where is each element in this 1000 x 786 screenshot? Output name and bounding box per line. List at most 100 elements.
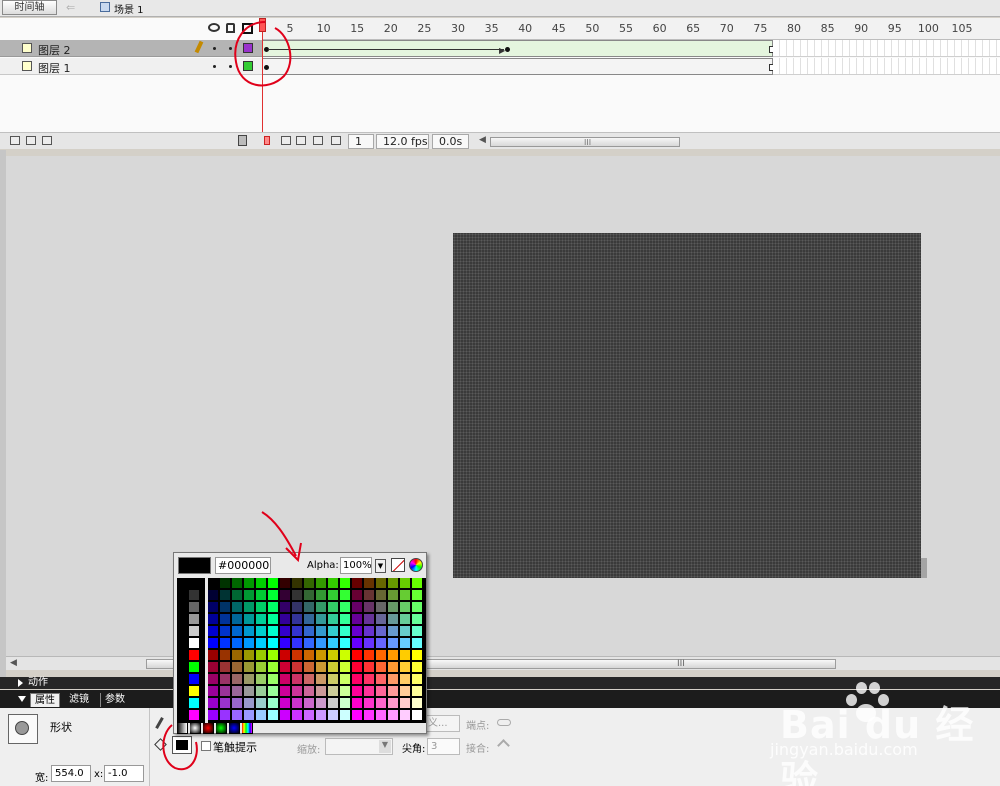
palette-swatch[interactable] [376, 674, 387, 685]
empty-frames[interactable] [773, 58, 1000, 75]
stage-horizontal-scrollbar[interactable]: ◀ III [6, 656, 1000, 670]
palette-swatch[interactable] [328, 698, 339, 709]
palette-swatch[interactable] [340, 638, 351, 649]
scroll-left-arrow-icon[interactable]: ◀ [479, 135, 486, 145]
palette-swatch[interactable] [340, 626, 351, 637]
palette-swatch[interactable] [280, 650, 291, 661]
palette-swatch[interactable] [177, 662, 188, 673]
palette-swatch[interactable] [208, 578, 219, 589]
palette-swatch[interactable] [304, 650, 315, 661]
back-arrow-icon[interactable]: ⇐ [66, 1, 80, 14]
color-picker-wheel-icon[interactable] [409, 558, 423, 572]
palette-swatch[interactable] [232, 638, 243, 649]
palette-swatch[interactable] [316, 578, 327, 589]
playhead-handle[interactable] [259, 18, 266, 32]
palette-swatch[interactable] [256, 626, 267, 637]
palette-swatch[interactable] [388, 626, 399, 637]
palette-swatch[interactable] [292, 614, 303, 625]
palette-swatch[interactable] [328, 710, 339, 721]
palette-swatch[interactable] [316, 626, 327, 637]
color-palette-popup[interactable]: #000000 Alpha: 100% ▼ [173, 552, 427, 734]
palette-swatch[interactable] [244, 662, 255, 673]
layer-outline-color-swatch[interactable] [243, 61, 253, 71]
palette-swatch[interactable] [292, 662, 303, 673]
palette-swatch[interactable] [388, 662, 399, 673]
palette-swatch[interactable] [364, 602, 375, 613]
palette-swatch[interactable] [328, 686, 339, 697]
palette-swatch[interactable] [376, 638, 387, 649]
keyframe[interactable] [505, 47, 510, 52]
palette-swatch[interactable] [280, 686, 291, 697]
palette-swatch[interactable] [376, 614, 387, 625]
static-span[interactable] [262, 58, 774, 75]
palette-swatch[interactable] [400, 626, 411, 637]
palette-swatch[interactable] [189, 590, 200, 601]
palette-swatch[interactable] [232, 698, 243, 709]
palette-swatch[interactable] [328, 578, 339, 589]
palette-swatch[interactable] [292, 698, 303, 709]
palette-swatch[interactable] [220, 602, 231, 613]
palette-swatch[interactable] [352, 662, 363, 673]
palette-swatch[interactable] [400, 674, 411, 685]
palette-swatch[interactable] [304, 626, 315, 637]
palette-swatch[interactable] [364, 638, 375, 649]
palette-swatch[interactable] [268, 686, 279, 697]
palette-swatch[interactable] [364, 578, 375, 589]
palette-swatch[interactable] [412, 686, 423, 697]
lock-dot-icon[interactable] [229, 65, 232, 68]
palette-swatch[interactable] [189, 650, 200, 661]
palette-swatch[interactable] [232, 626, 243, 637]
palette-swatch[interactable] [388, 710, 399, 721]
palette-swatch[interactable] [400, 578, 411, 589]
modify-onion-markers-icon[interactable] [331, 136, 341, 145]
palette-swatch[interactable] [412, 590, 423, 601]
palette-swatch[interactable] [388, 650, 399, 661]
palette-swatch[interactable] [256, 674, 267, 685]
palette-swatch[interactable] [292, 710, 303, 721]
palette-swatch[interactable] [208, 614, 219, 625]
palette-swatch[interactable] [256, 686, 267, 697]
palette-swatch[interactable] [189, 626, 200, 637]
palette-swatch[interactable] [352, 614, 363, 625]
timeline-scrollbar[interactable]: III [490, 137, 680, 147]
palette-swatch[interactable] [208, 602, 219, 613]
palette-swatch[interactable] [220, 710, 231, 721]
palette-swatch[interactable] [232, 662, 243, 673]
palette-swatch[interactable] [220, 638, 231, 649]
palette-swatch[interactable] [208, 710, 219, 721]
palette-swatch[interactable] [220, 686, 231, 697]
palette-swatch[interactable] [304, 638, 315, 649]
palette-swatch[interactable] [364, 674, 375, 685]
onion-outline-icon[interactable] [296, 136, 306, 145]
palette-swatch[interactable] [232, 602, 243, 613]
palette-swatch[interactable] [412, 698, 423, 709]
palette-swatch[interactable] [340, 602, 351, 613]
palette-swatch[interactable] [232, 614, 243, 625]
palette-swatch[interactable] [316, 674, 327, 685]
palette-swatch[interactable] [208, 638, 219, 649]
palette-swatch[interactable] [388, 686, 399, 697]
palette-swatch[interactable] [177, 626, 188, 637]
palette-swatch[interactable] [268, 650, 279, 661]
palette-swatch[interactable] [232, 686, 243, 697]
palette-swatch[interactable] [376, 698, 387, 709]
palette-swatch[interactable] [412, 662, 423, 673]
palette-swatch[interactable] [364, 614, 375, 625]
palette-swatch[interactable] [376, 602, 387, 613]
alpha-dropdown-button[interactable]: ▼ [375, 559, 386, 573]
palette-swatch[interactable] [292, 626, 303, 637]
palette-swatch[interactable] [376, 650, 387, 661]
palette-swatch[interactable] [268, 710, 279, 721]
tab-properties[interactable]: 属性 [30, 693, 60, 707]
palette-swatch[interactable] [189, 662, 200, 673]
palette-swatch[interactable] [340, 590, 351, 601]
join-style-icon[interactable] [497, 739, 510, 752]
palette-swatch[interactable] [316, 638, 327, 649]
palette-swatch[interactable] [292, 674, 303, 685]
palette-swatch[interactable] [268, 698, 279, 709]
palette-swatch[interactable] [220, 662, 231, 673]
palette-swatch[interactable] [412, 650, 423, 661]
palette-swatch[interactable] [268, 614, 279, 625]
palette-swatch[interactable] [304, 698, 315, 709]
palette-swatch[interactable] [292, 590, 303, 601]
